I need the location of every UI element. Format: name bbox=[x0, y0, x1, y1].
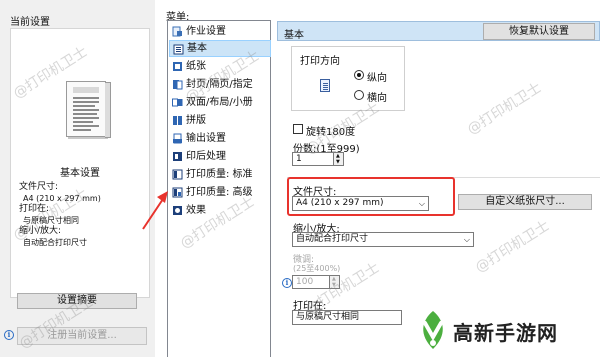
menu-item-label: 印后处理 bbox=[186, 151, 226, 162]
fine-adjust-range: (25至400%) bbox=[293, 264, 341, 273]
print-on-value: 与原稿尺寸相同 bbox=[296, 312, 360, 322]
leaf-logo-icon bbox=[423, 311, 443, 349]
menu-item-label: 打印质量: 标准 bbox=[186, 169, 253, 180]
quality-advanced-icon bbox=[172, 187, 183, 198]
page-preview: 基本设置 文件尺寸: A4 (210 x 297 mm) 打印在: 与原稿尺寸相… bbox=[10, 28, 150, 298]
menu-item-quality-advanced[interactable]: 打印质量: 高级 bbox=[169, 184, 271, 201]
effects-icon bbox=[173, 206, 182, 215]
custom-paper-size-button[interactable]: 自定义纸张尺寸... bbox=[458, 194, 592, 210]
menu-item-job-settings[interactable]: 作业设置 bbox=[169, 23, 271, 40]
current-settings-title: 当前设置 bbox=[10, 17, 50, 28]
rotate-180-checkbox[interactable] bbox=[293, 124, 303, 134]
info-icon: i bbox=[4, 330, 14, 340]
radio-unselected[interactable] bbox=[354, 90, 364, 100]
chevron-down-icon: ⌵ bbox=[463, 235, 470, 244]
scale-dropdown[interactable]: 自动配合打印尺寸 ⌵ bbox=[292, 232, 474, 247]
menu-item-duplex[interactable]: 双面/布局/小册 bbox=[169, 94, 271, 111]
menu-item-quality-standard[interactable]: 打印质量: 标准 bbox=[169, 166, 271, 183]
scale-value: 自动配合打印尺寸 bbox=[296, 234, 369, 244]
paper-icon bbox=[173, 62, 182, 71]
summary-value: 自动配合打印尺寸 bbox=[23, 238, 87, 247]
highlight-annotation bbox=[287, 177, 455, 216]
quality-standard-icon bbox=[172, 169, 183, 180]
menu-item-label: 作业设置 bbox=[186, 26, 226, 37]
radio-selected[interactable] bbox=[354, 70, 364, 80]
basic-icon bbox=[173, 44, 184, 55]
orientation-group: 打印方向 纵向 横向 bbox=[291, 46, 405, 111]
menu-item-imposition[interactable]: 拼版 bbox=[169, 112, 271, 129]
finishing-icon bbox=[173, 152, 182, 161]
portrait-label: 纵向 bbox=[367, 73, 387, 84]
menu-item-output[interactable]: 输出设置 bbox=[169, 130, 271, 147]
restore-defaults-button[interactable]: 恢复默认设置 bbox=[483, 23, 595, 40]
portrait-document-icon bbox=[320, 79, 330, 92]
menu-item-label: 纸张 bbox=[186, 61, 206, 72]
main-header-title: 基本 bbox=[284, 30, 304, 41]
copies-value: 1 bbox=[296, 154, 302, 164]
brand-name: 高新手游网 bbox=[453, 321, 558, 345]
menu-item-label: 拼版 bbox=[186, 115, 206, 126]
fine-adjust-value: 100 bbox=[296, 277, 314, 287]
menu-item-label: 输出设置 bbox=[186, 133, 226, 144]
menu-item-label: 基本 bbox=[187, 43, 207, 54]
output-icon bbox=[173, 133, 182, 144]
brand-logo: 高新手游网 bbox=[403, 303, 600, 357]
info-icon: i bbox=[282, 278, 292, 288]
spin-arrows[interactable]: ▲ ▼ bbox=[333, 152, 344, 166]
menu-item-finishing[interactable]: 印后处理 bbox=[169, 148, 271, 165]
imposition-icon bbox=[173, 116, 182, 125]
summary-label: 文件尺寸: bbox=[19, 182, 59, 192]
main-header: 基本 恢复默认设置 bbox=[277, 21, 600, 41]
job-settings-icon bbox=[172, 26, 182, 37]
orientation-title: 打印方向 bbox=[300, 56, 340, 67]
menu-item-label: 效果 bbox=[186, 205, 206, 216]
document-preview-icon bbox=[66, 81, 111, 138]
duplex-icon bbox=[172, 98, 183, 107]
basic-settings-label: 基本设置 bbox=[60, 168, 100, 179]
